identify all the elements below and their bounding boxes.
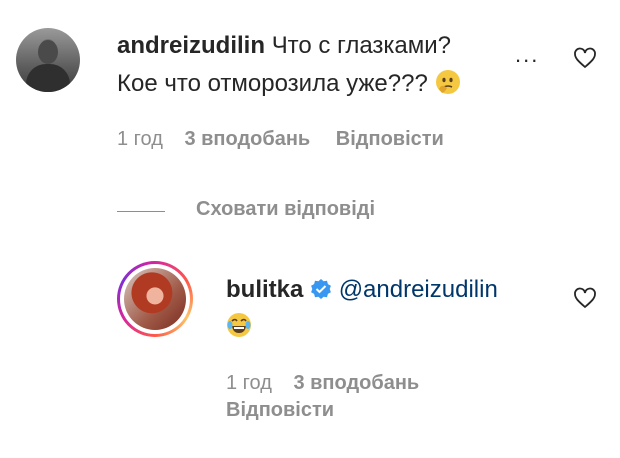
comment-text-line1: Что с глазками? — [271, 32, 452, 59]
reply-reply-wrap: Відповісти — [226, 399, 334, 422]
replies-divider-line — [117, 211, 165, 212]
comment-text-line2: Кое что отморозила уже??? — [117, 70, 428, 97]
hide-replies-button[interactable]: Сховати відповіді — [196, 198, 375, 221]
comment-text-line2-wrap: Кое что отморозила уже??? — [117, 68, 461, 100]
comment-meta: 1 год 3 вподобань Відповісти — [117, 128, 444, 151]
more-options-icon[interactable]: ... — [515, 42, 539, 68]
reply-like-heart-icon[interactable] — [573, 287, 597, 309]
thinking-face-emoji-icon — [435, 70, 460, 94]
reply-likes[interactable]: 3 вподобань — [293, 372, 419, 394]
reply-body: bulitka @andreizudilin — [226, 274, 498, 306]
reply-time[interactable]: 1 год — [226, 372, 272, 394]
reply-mention-link[interactable]: @andreizudilin — [339, 276, 498, 303]
avatar-bulitka[interactable] — [117, 261, 193, 337]
comment-body: andreizudilin Что с глазками? — [117, 30, 451, 62]
comment-username[interactable]: andreizudilin — [117, 32, 265, 59]
avatar-andreizudilin[interactable] — [16, 28, 80, 92]
hide-replies-label: Сховати відповіді — [196, 198, 376, 220]
verified-badge-icon — [311, 279, 331, 299]
face-with-tears-of-joy-icon — [227, 313, 251, 337]
reply-username[interactable]: bulitka — [226, 276, 303, 303]
comment-reply-button[interactable]: Відповісти — [336, 128, 444, 150]
comment-likes[interactable]: 3 вподобань — [184, 128, 310, 150]
comment-time[interactable]: 1 год — [117, 128, 163, 150]
reply-reply-button[interactable]: Відповісти — [226, 399, 334, 421]
reply-meta: 1 год 3 вподобань — [226, 372, 419, 395]
reply-emoji-wrap — [226, 312, 252, 339]
like-heart-icon[interactable] — [573, 47, 597, 69]
